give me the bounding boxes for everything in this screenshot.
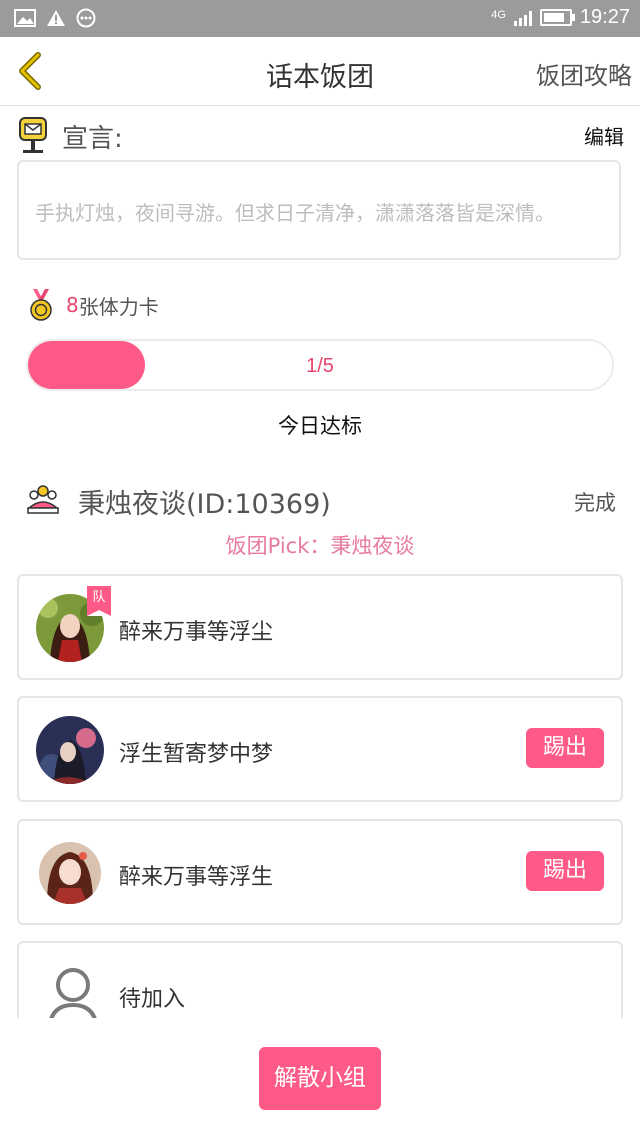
more-icon	[76, 8, 96, 28]
declaration-header: 宣言: 编辑	[18, 114, 624, 158]
progress-label: 今日达标	[278, 414, 362, 438]
member-card: 浮生暂寄梦中梦 踢出	[17, 696, 623, 802]
stamina-cards: 8 张体力卡	[28, 287, 159, 323]
disband-button[interactable]: 解散小组	[259, 1047, 381, 1110]
edit-button[interactable]: 编辑	[584, 121, 624, 150]
mailbox-icon	[19, 117, 47, 153]
team-pick: 饭团Pick：秉烛夜谈	[225, 534, 415, 558]
declaration-text: 手执灯烛，夜间寻游。但求日子清净，潇潇落落皆是深情。	[35, 201, 555, 225]
member-name: 醉来万事等浮生	[119, 865, 274, 890]
member-card: 队 醉来万事等浮尘	[17, 574, 623, 680]
team-header: 秉烛夜谈(ID:10369) 完成	[26, 478, 616, 522]
daily-progress-bar: 1/5	[26, 339, 614, 391]
signal-icon	[513, 10, 532, 26]
member-name: 待加入	[119, 987, 186, 1012]
guide-link[interactable]: 饭团攻略	[536, 56, 632, 91]
kick-button[interactable]: 踢出	[526, 851, 604, 891]
warning-icon	[47, 10, 65, 26]
stamina-label: 张体力卡	[78, 294, 159, 319]
clock: 19:27	[579, 6, 630, 28]
battery-icon	[539, 9, 575, 26]
avatar[interactable]	[36, 716, 104, 784]
leader-badge: 队	[87, 586, 111, 616]
member-name: 浮生暂寄梦中梦	[119, 742, 274, 767]
team-status: 完成	[574, 491, 616, 515]
image-icon	[14, 9, 36, 27]
member-card: 醉来万事等浮生 踢出	[17, 819, 623, 925]
member-name: 醉来万事等浮尘	[119, 620, 274, 645]
nav-bar: 话本饭团 饭团攻略	[0, 37, 640, 106]
status-bar: 4G 19:27	[0, 0, 640, 37]
medal-icon	[30, 289, 52, 321]
team-icon	[26, 485, 60, 514]
kick-button[interactable]: 踢出	[526, 728, 604, 768]
avatar[interactable]	[39, 842, 101, 904]
network-type: 4G	[491, 8, 506, 21]
team-name: 秉烛夜谈(ID:10369)	[78, 489, 331, 520]
progress-text: 1/5	[306, 355, 334, 377]
declaration-box[interactable]: 手执灯烛，夜间寻游。但求日子清净，潇潇落落皆是深情。	[17, 160, 621, 260]
stamina-count: 8	[66, 293, 79, 317]
declaration-label: 宣言:	[62, 124, 123, 154]
